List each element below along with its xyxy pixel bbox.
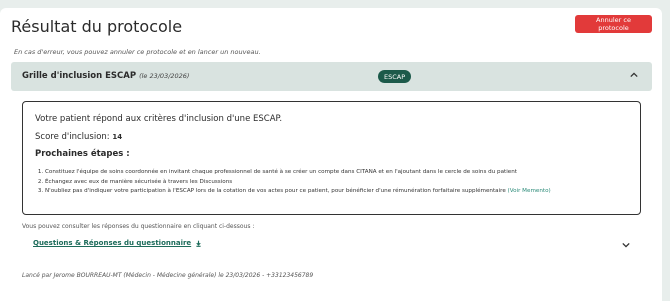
download-icon[interactable] — [195, 240, 202, 247]
launched-by-text: Lancé par Jerome BOURREAU-MT (Médecin - … — [22, 272, 314, 279]
score-label: Score d'inclusion: — [35, 132, 110, 142]
panel-title: Grille d'inclusion ESCAP (le 23/03/2026) — [22, 71, 189, 81]
questionnaire-consult-text: Vous pouvez consulter les réponses du qu… — [22, 223, 255, 230]
cancel-hint-text: En cas d'erreur, vous pouvez annuler ce … — [14, 48, 261, 56]
escap-badge: ESCAP — [378, 70, 412, 83]
step-item: Échangez avec eux de manière sécurisée à… — [45, 178, 551, 188]
result-box: Votre patient répond aux critères d'incl… — [22, 101, 641, 215]
cancel-protocol-button[interactable]: Annuler ce protocole — [575, 15, 652, 33]
inclusion-grid-panel-header[interactable]: Grille d'inclusion ESCAP (le 23/03/2026)… — [11, 62, 652, 91]
page-title: Résultat du protocole — [11, 17, 183, 36]
next-steps-heading: Prochaines étapes : — [35, 149, 130, 159]
memento-link[interactable]: (Voir Memento) — [508, 188, 551, 194]
panel-title-text: Grille d'inclusion ESCAP — [22, 71, 137, 81]
chevron-down-icon[interactable] — [622, 241, 630, 249]
score-line: Score d'inclusion: 14 — [35, 132, 122, 142]
next-steps-list: Constituez l'équipe de soins coordonnée … — [35, 168, 551, 197]
step-item: N'oubliez pas d'indiquer votre participa… — [45, 187, 551, 197]
score-value: 14 — [112, 133, 123, 141]
panel-date: (le 23/03/2026) — [139, 72, 190, 80]
questionnaire-link[interactable]: Questions & Réponses du questionnaire — [33, 239, 202, 247]
step-item: Constituez l'équipe de soins coordonnée … — [45, 168, 551, 178]
questionnaire-link-label[interactable]: Questions & Réponses du questionnaire — [33, 239, 191, 247]
chevron-up-icon[interactable] — [630, 71, 638, 79]
protocol-result-page: Résultat du protocole Annuler ce protoco… — [0, 8, 662, 301]
result-statement: Votre patient répond aux critères d'incl… — [35, 114, 283, 124]
